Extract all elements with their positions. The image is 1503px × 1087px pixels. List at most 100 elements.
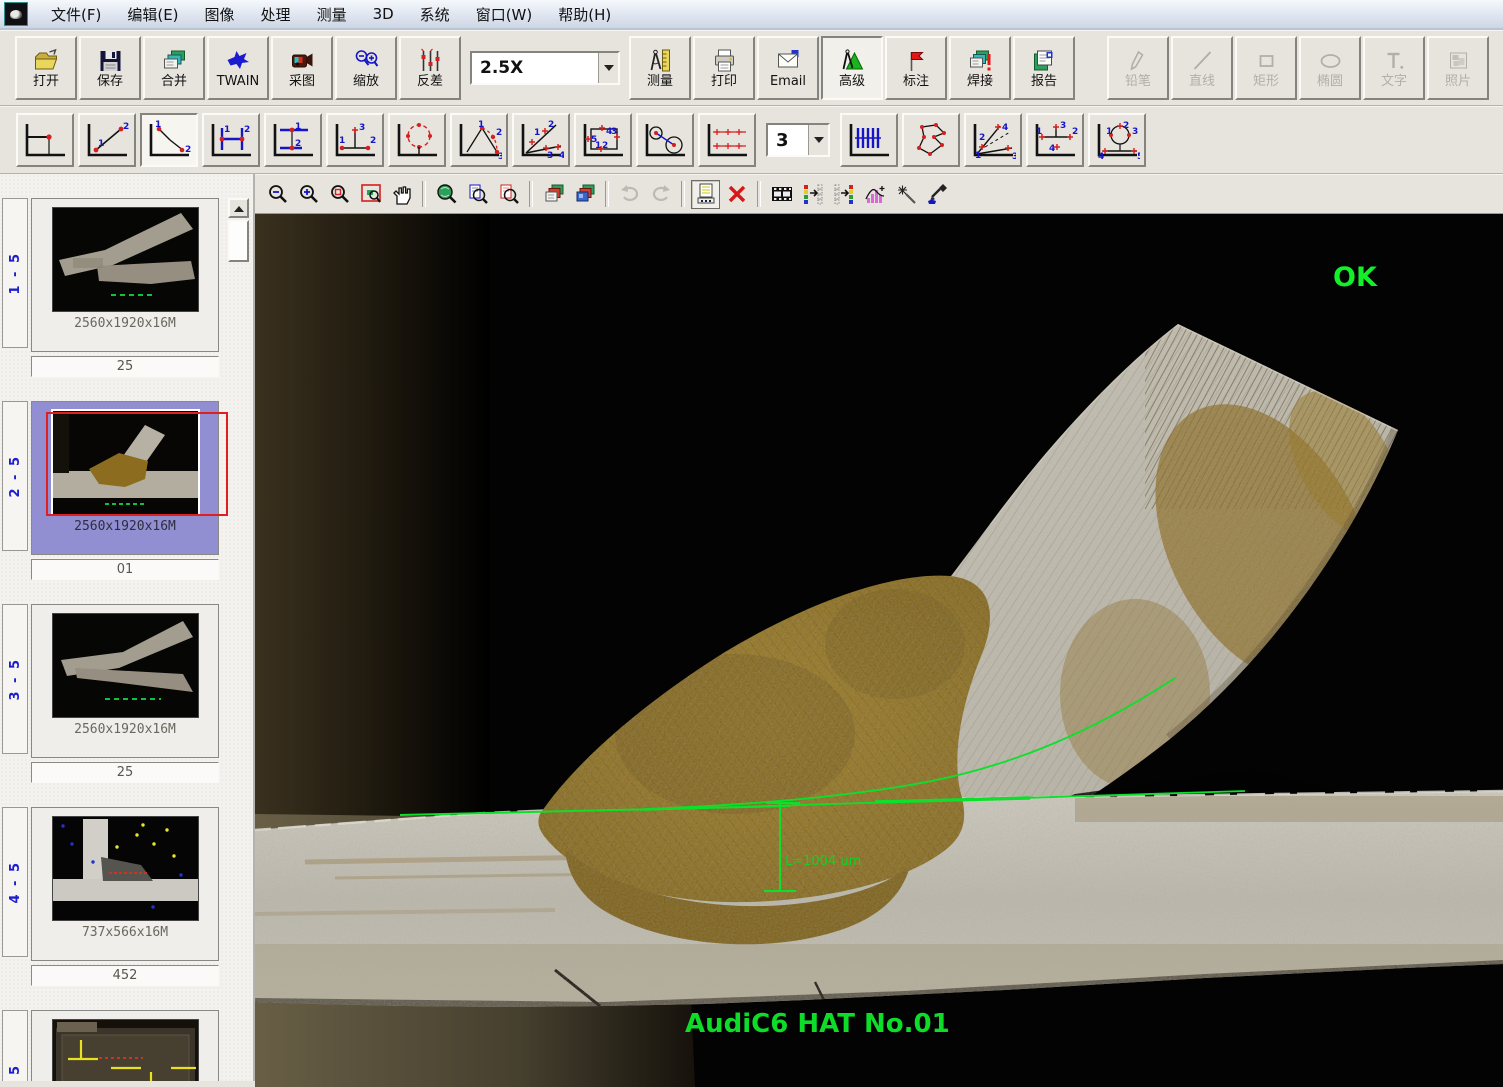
save-button[interactable]: 保存 bbox=[79, 36, 141, 100]
zoom-selection-button[interactable] bbox=[356, 180, 385, 209]
zoom-fit-button[interactable] bbox=[463, 180, 492, 209]
image-viewer-canvas[interactable]: L=1004 um OK AudiC6 HAT No.01 bbox=[255, 214, 1503, 1087]
menu-measure[interactable]: 测量 bbox=[304, 1, 360, 28]
svg-text:2: 2 bbox=[496, 128, 502, 138]
delete-measure-button[interactable] bbox=[722, 180, 751, 209]
advanced-button[interactable]: 高级 bbox=[821, 36, 883, 100]
zoom-doc-button[interactable] bbox=[494, 180, 523, 209]
twain-button[interactable]: TWAIN bbox=[207, 36, 269, 100]
filmstrip-button[interactable] bbox=[767, 180, 796, 209]
tool-vertical-distance-button[interactable]: 12 bbox=[264, 113, 322, 167]
tool-horizontal-distance-button[interactable]: 12 bbox=[202, 113, 260, 167]
menu-file[interactable]: 文件(F) bbox=[38, 1, 114, 28]
points-count-select[interactable]: 3 bbox=[766, 123, 830, 157]
menu-3d[interactable]: 3D bbox=[360, 2, 407, 26]
thumbnail-image-5[interactable] bbox=[52, 1019, 199, 1081]
duplicate-3d-button[interactable] bbox=[570, 180, 599, 209]
contrast-button[interactable]: 反差 bbox=[399, 36, 461, 100]
tool-point-button[interactable] bbox=[16, 113, 74, 167]
capture-button[interactable]: 采图 bbox=[271, 36, 333, 100]
zoom-level-select[interactable]: 2.5X bbox=[470, 51, 620, 85]
svg-text:3: 3 bbox=[1132, 127, 1138, 137]
merge-button[interactable]: 合并 bbox=[143, 36, 205, 100]
print-button[interactable]: 打印 bbox=[693, 36, 755, 100]
report-button[interactable]: 报告 bbox=[1013, 36, 1075, 100]
thumbnail-panel-3[interactable]: 2560x1920x16M bbox=[31, 604, 219, 758]
tool-two-circles-button[interactable] bbox=[636, 113, 694, 167]
points-count-dropdown-arrow[interactable] bbox=[808, 125, 828, 155]
zoom-in-icon bbox=[297, 182, 321, 206]
annotate-button[interactable]: 标注 bbox=[885, 36, 947, 100]
open-button[interactable]: 打开 bbox=[15, 36, 77, 100]
view-toolbar bbox=[255, 174, 1503, 214]
tool-angle4-button[interactable]: 42 13 bbox=[964, 113, 1022, 167]
tool-two-lines-button[interactable]: 12 bbox=[140, 113, 198, 167]
tool-polygon-button[interactable] bbox=[902, 113, 960, 167]
report-icon bbox=[1031, 48, 1058, 74]
app-icon[interactable] bbox=[4, 2, 28, 26]
zoom-level-dropdown-arrow[interactable] bbox=[598, 53, 618, 83]
thumbnail-panel-5[interactable]: 541x361x16M bbox=[31, 1010, 219, 1081]
duplicate-image-button[interactable] bbox=[539, 180, 568, 209]
tool-multipoint-button[interactable] bbox=[698, 113, 756, 167]
measure-button[interactable]: 测量 bbox=[629, 36, 691, 100]
photo-button-disabled: 照片 bbox=[1427, 36, 1489, 100]
tool-arc-button[interactable]: 123 bbox=[450, 113, 508, 167]
scrollbar-thumb[interactable] bbox=[228, 220, 249, 262]
thumb-caption: 01 bbox=[31, 559, 219, 580]
magic-wand-button[interactable] bbox=[891, 180, 920, 209]
sidebar-scrollbar[interactable] bbox=[228, 198, 249, 1081]
svg-text:1: 1 bbox=[975, 151, 981, 160]
thumbnail-panel-4[interactable]: 737x566x16M bbox=[31, 807, 219, 961]
rectangle-button-disabled: 矩形 bbox=[1235, 36, 1297, 100]
thumbnail-image-1[interactable] bbox=[52, 207, 199, 312]
menu-process[interactable]: 处理 bbox=[248, 1, 304, 28]
calibration-button[interactable] bbox=[691, 180, 720, 209]
color-adjust-button[interactable] bbox=[798, 180, 827, 209]
tool-angle-button[interactable]: 12 34 bbox=[512, 113, 570, 167]
menu-help[interactable]: 帮助(H) bbox=[545, 1, 624, 28]
svg-text:5: 5 bbox=[1137, 152, 1140, 160]
advanced-triangle-icon bbox=[839, 48, 866, 74]
tool-comb-button[interactable] bbox=[840, 113, 898, 167]
menu-system[interactable]: 系统 bbox=[407, 1, 463, 28]
tool-line-button[interactable]: 12 bbox=[78, 113, 136, 167]
thumbnail-image-4[interactable] bbox=[52, 816, 199, 921]
menu-image[interactable]: 图像 bbox=[192, 1, 248, 28]
line-icon bbox=[1189, 48, 1216, 74]
weld-button[interactable]: 焊接 bbox=[949, 36, 1011, 100]
zoom-actual-button[interactable] bbox=[432, 180, 461, 209]
thumbnail-panel-1[interactable]: 2560x1920x16M bbox=[31, 198, 219, 352]
zoom-out-button[interactable] bbox=[263, 180, 292, 209]
eyedropper-icon bbox=[925, 182, 949, 206]
tool-circle-button[interactable] bbox=[388, 113, 446, 167]
tool-vertical-point-button[interactable]: 31 24 bbox=[1026, 113, 1084, 167]
zoom-button[interactable]: 缩放 bbox=[335, 36, 397, 100]
annotate-flag-icon bbox=[903, 48, 930, 74]
tool-circle-baseline-button[interactable]: 21 345 bbox=[1088, 113, 1146, 167]
tool-rectangle-button[interactable]: 543 12 bbox=[574, 113, 632, 167]
zoom-region-button[interactable] bbox=[325, 180, 354, 209]
menu-edit[interactable]: 编辑(E) bbox=[114, 1, 191, 28]
menu-window[interactable]: 窗口(W) bbox=[463, 1, 546, 28]
tool-point-line-button[interactable]: 123 bbox=[326, 113, 384, 167]
svg-text:3: 3 bbox=[547, 151, 553, 160]
histogram-button[interactable] bbox=[860, 180, 889, 209]
point-tool-icon bbox=[22, 120, 68, 160]
svg-text:3: 3 bbox=[359, 123, 365, 133]
palette-adjust-button[interactable] bbox=[829, 180, 858, 209]
thumbnail-image-3[interactable] bbox=[52, 613, 199, 718]
calibration-scale-icon bbox=[694, 182, 718, 206]
current-view-rectangle bbox=[46, 412, 228, 516]
capture-camera-icon bbox=[289, 48, 316, 74]
measurement-value-label: L=1004 um bbox=[785, 854, 861, 869]
email-button[interactable]: Email bbox=[757, 36, 819, 100]
pan-button[interactable] bbox=[387, 180, 416, 209]
rectangle-tool-icon: 543 12 bbox=[580, 120, 626, 160]
save-floppy-icon bbox=[97, 48, 124, 74]
eyedropper-button[interactable] bbox=[922, 180, 951, 209]
zoom-in-button[interactable] bbox=[294, 180, 323, 209]
zoom-actual-icon bbox=[435, 182, 459, 206]
thumbnail-panel-2-selected[interactable]: 2560x1920x16M bbox=[31, 401, 219, 555]
scroll-up-button[interactable] bbox=[228, 198, 249, 218]
